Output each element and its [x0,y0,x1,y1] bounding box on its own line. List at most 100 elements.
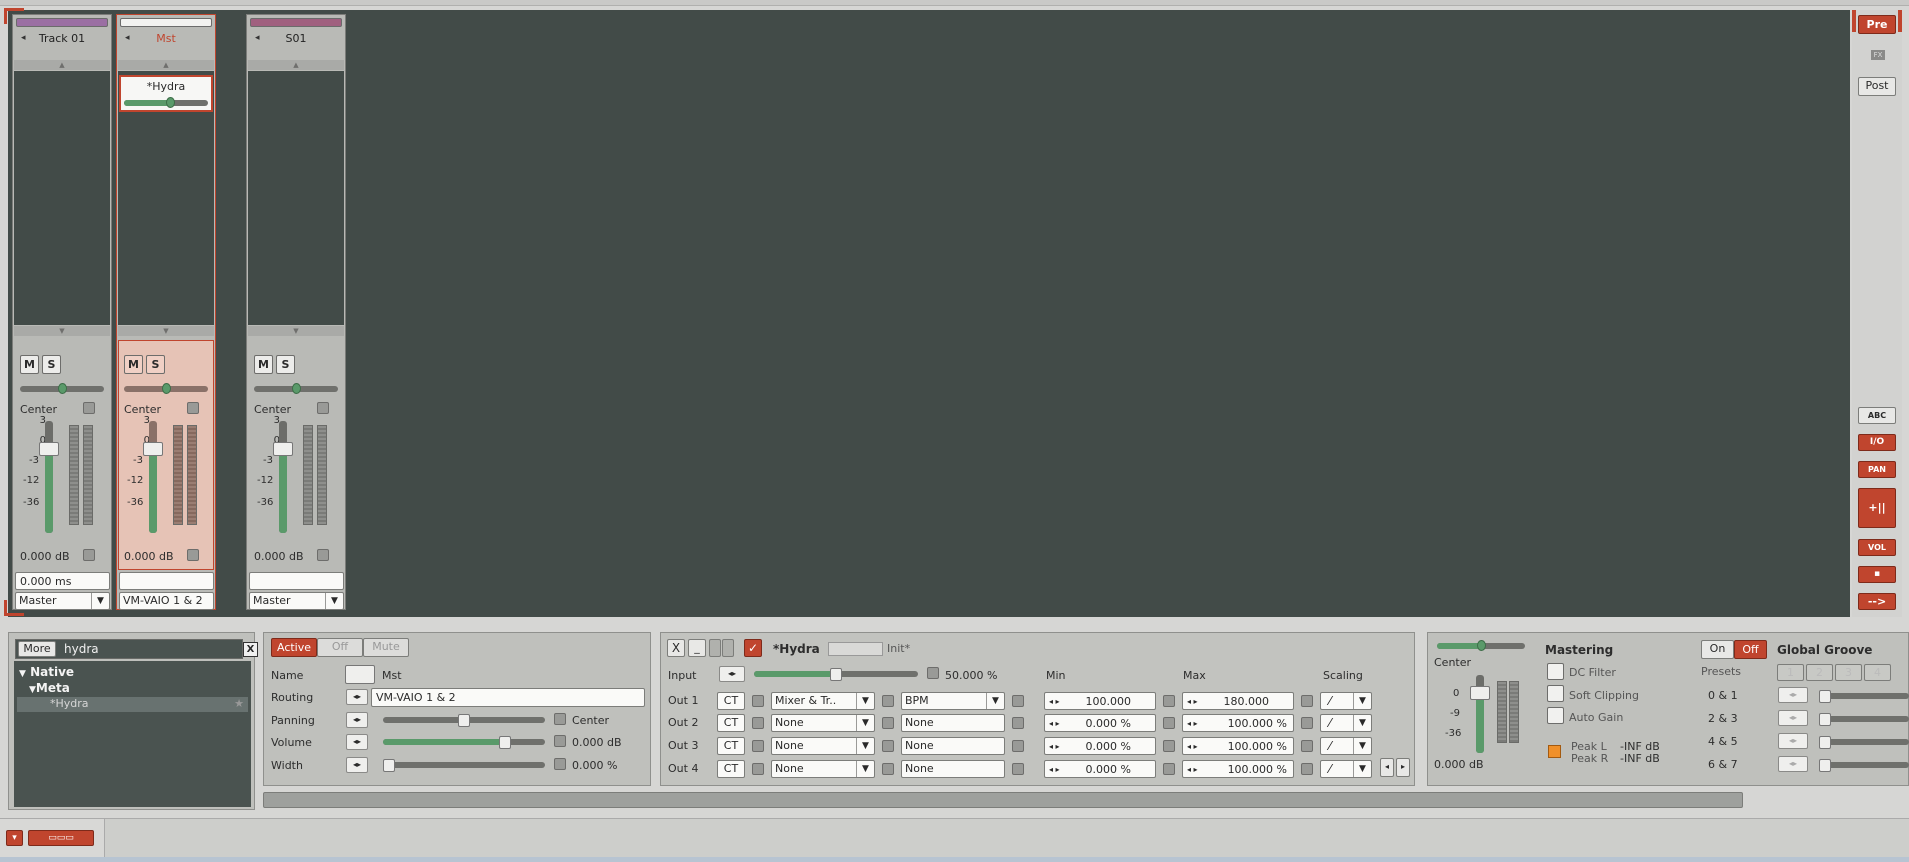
vol-icon[interactable]: VOL [1858,539,1896,556]
out-param-select[interactable]: None [901,760,1005,778]
page-right-button[interactable]: ▸ [1396,758,1410,777]
device-slot[interactable]: *Hydra [119,75,213,112]
mute-button[interactable]: M [254,355,273,374]
panning-slider[interactable] [383,714,545,727]
volume-checkbox[interactable] [83,549,95,561]
fx-icon[interactable]: FX [1871,50,1885,60]
chevron-down-icon[interactable]: ▼ [1353,761,1371,777]
out-min-field[interactable]: ◂ ▸ 0.000 % [1044,737,1156,755]
out-min-arrows[interactable]: ◂ ▸ [1049,738,1060,755]
out-param-checkbox[interactable] [1012,695,1024,707]
out-param-select[interactable]: None [901,714,1005,732]
soft-clipping-checkbox[interactable] [1547,685,1564,702]
out-checkbox[interactable] [752,763,764,775]
device-enable-button[interactable]: ✓ [744,639,762,657]
solo-button[interactable]: S [276,355,295,374]
panning-arrows[interactable]: ◂▸ [346,712,368,728]
out-max-arrows[interactable]: ◂ ▸ [1187,715,1198,732]
routing-arrows[interactable]: ◂▸ [346,689,368,705]
out-param-checkbox[interactable] [1012,740,1024,752]
page-left-button[interactable]: ◂ [1380,758,1394,777]
sends-icon[interactable]: +|| [1858,488,1896,528]
track-color-bar[interactable] [16,18,108,27]
groove-slot-button[interactable]: 2 [1806,664,1833,681]
input-checkbox[interactable] [927,667,939,679]
groove-slot-button[interactable]: 4 [1864,664,1891,681]
fx-scroll-up[interactable]: ▲ [14,60,110,70]
collapse-icon[interactable]: ◂ [21,33,26,43]
out-min-field[interactable]: ◂ ▸ 0.000 % [1044,760,1156,778]
ct-button[interactable]: CT [717,714,745,732]
io-icon[interactable]: I/O [1858,434,1896,451]
star-icon[interactable]: ★ [234,697,244,710]
tree-hydra[interactable]: *Hydra ★ [17,697,248,712]
out-param-select[interactable]: BPM ▼ [901,692,1005,710]
output-select[interactable]: Master ▼ [249,592,344,610]
auto-gain-checkbox[interactable] [1547,707,1564,724]
off-button[interactable]: Off [317,638,363,657]
out-target-select[interactable]: None ▼ [771,737,875,755]
out-min-field[interactable]: ◂ ▸ 100.000 [1044,692,1156,710]
groove-slider[interactable] [1819,736,1909,749]
chevron-down-icon[interactable]: ▼ [856,738,874,754]
out-min-arrows[interactable]: ◂ ▸ [1049,761,1060,778]
groove-arrows[interactable]: ◂▸ [1778,687,1808,703]
chevron-down-icon[interactable]: ▼ [856,715,874,731]
scaling-select[interactable]: ⁄ ▼ [1320,760,1372,778]
device-right-button[interactable] [722,639,734,657]
volume-checkbox[interactable] [187,549,199,561]
chevron-down-icon[interactable]: ▼ [1353,693,1371,709]
volume-fader[interactable] [143,421,163,533]
device-slot-slider[interactable] [124,97,208,108]
out-max-field[interactable]: ◂ ▸ 180.000 [1182,692,1294,710]
width-checkbox[interactable] [554,758,566,770]
groove-arrows[interactable]: ◂▸ [1778,756,1808,772]
out-target-checkbox[interactable] [882,695,894,707]
routing-field[interactable]: VM-VAIO 1 & 2 [371,688,645,707]
track-color-bar[interactable] [120,18,212,27]
pan-checkbox[interactable] [83,402,95,414]
tree-meta[interactable]: ▼Meta [29,681,70,695]
output-select[interactable]: Master ▼ [15,592,110,610]
scaling-select[interactable]: ⁄ ▼ [1320,737,1372,755]
out-min-field[interactable]: ◂ ▸ 0.000 % [1044,714,1156,732]
groove-slot-button[interactable]: 1 [1777,664,1804,681]
track-name[interactable]: ◂ Track 01 [16,32,108,48]
track-strip[interactable]: ◂ Mst ▲ *Hydra ▼ M S Center 3 0 -3 -12 -36 0.000 dB VM… [116,14,216,610]
width-arrows[interactable]: ◂▸ [346,757,368,773]
out-max-checkbox[interactable] [1301,695,1313,707]
device-minimize-button[interactable]: _ [688,639,706,657]
device-preset-name[interactable]: Init* [887,642,910,655]
width-icon[interactable]: ▪ [1858,566,1896,583]
tree-native[interactable]: ▼ Native [19,665,74,679]
more-button[interactable]: More [18,641,56,657]
groove-off-button[interactable]: Off [1734,640,1767,659]
out-max-arrows[interactable]: ◂ ▸ [1187,738,1198,755]
pan-slider[interactable] [124,383,208,394]
width-slider[interactable] [383,759,545,772]
out-max-field[interactable]: ◂ ▸ 100.000 % [1182,760,1294,778]
out-target-select[interactable]: Mixer & Tr.. ▼ [771,692,875,710]
device-close-button[interactable]: X [667,639,685,657]
groove-slot-button[interactable]: 3 [1835,664,1862,681]
solo-button[interactable]: S [42,355,61,374]
out-target-select[interactable]: None ▼ [771,760,875,778]
output-select[interactable]: VM-VAIO 1 & 2 [119,592,214,610]
volume-slider[interactable] [383,736,545,749]
track-strip[interactable]: ◂ S01 ▲ ▼ M S Center 3 0 -3 -12 -36 0.000 dB Master ▼ [246,14,346,610]
pre-button[interactable]: Pre [1858,15,1896,34]
out-min-checkbox[interactable] [1163,763,1175,775]
out-target-checkbox[interactable] [882,740,894,752]
collapse-icon[interactable]: ◂ [125,33,130,43]
out-target-select[interactable]: None ▼ [771,714,875,732]
delay-field[interactable]: 0.000 ms [15,572,110,590]
out-max-arrows[interactable]: ◂ ▸ [1187,761,1198,778]
input-slider[interactable] [754,668,918,681]
groove-on-button[interactable]: On [1701,640,1734,659]
volume-fader[interactable] [39,421,59,533]
mute-button[interactable]: M [20,355,39,374]
track-name[interactable]: ◂ S01 [250,32,342,48]
pan-slider[interactable] [254,383,338,394]
out-min-arrows[interactable]: ◂ ▸ [1049,693,1060,710]
scaling-select[interactable]: ⁄ ▼ [1320,714,1372,732]
